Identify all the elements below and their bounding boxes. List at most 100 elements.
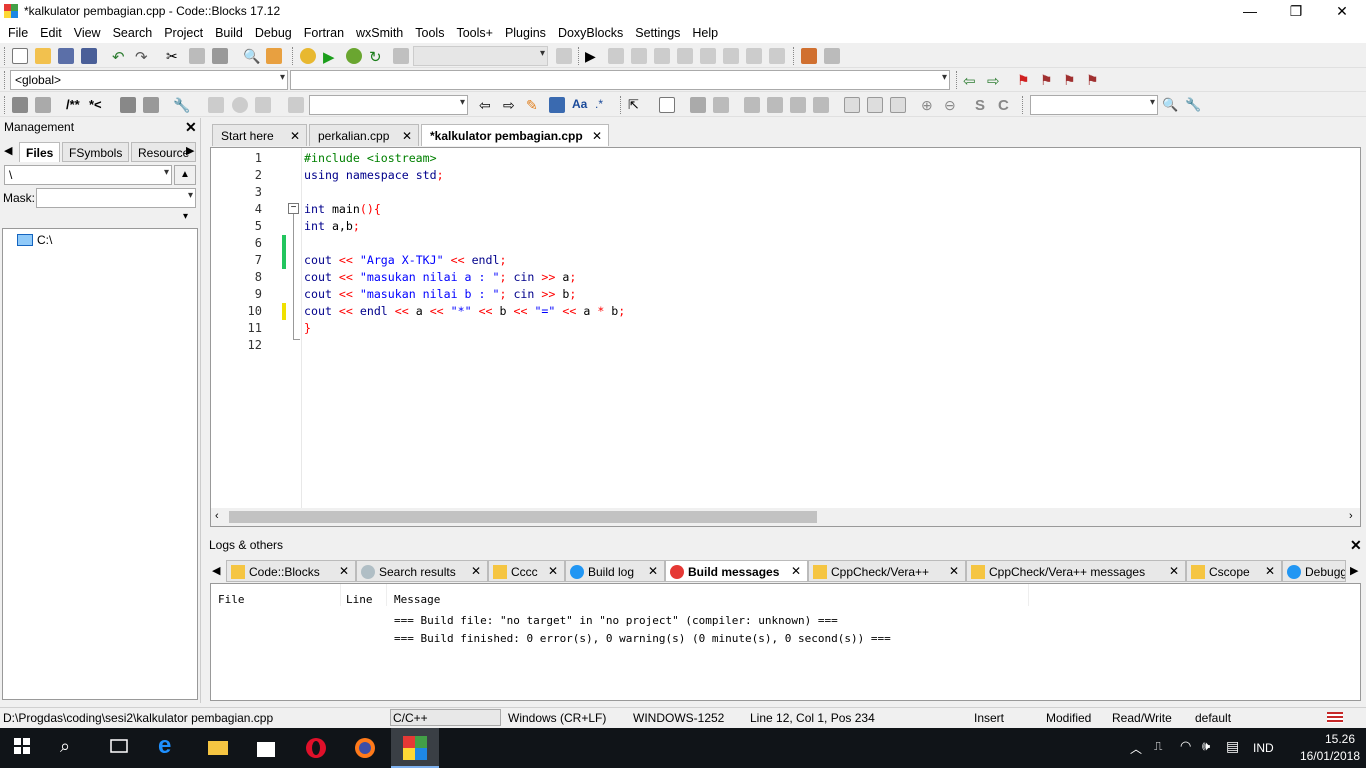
tab-close-icon[interactable]: ✕ bbox=[1265, 564, 1275, 578]
new-file-icon[interactable] bbox=[12, 48, 28, 64]
toolbar-grip[interactable] bbox=[620, 96, 623, 114]
toolbar-grip[interactable] bbox=[956, 71, 959, 89]
col-header-message[interactable]: Message bbox=[394, 593, 440, 606]
box3-icon[interactable] bbox=[890, 97, 906, 113]
show-hidden-icon[interactable]: ︿ bbox=[1130, 740, 1142, 757]
close-button[interactable]: ✕ bbox=[1319, 0, 1365, 22]
clear-icon[interactable] bbox=[288, 97, 304, 113]
next-line-icon[interactable] bbox=[631, 48, 647, 64]
tab-close-icon[interactable]: ✕ bbox=[339, 564, 349, 578]
extract-doc-icon[interactable] bbox=[35, 97, 51, 113]
cut-icon[interactable]: ✂ bbox=[166, 48, 182, 64]
tab-files[interactable]: Files bbox=[19, 142, 61, 162]
menu-tools-plus[interactable]: Tools+ bbox=[450, 26, 498, 40]
volume-icon[interactable]: 🕪 bbox=[1202, 738, 1210, 754]
task-view-icon[interactable] bbox=[108, 736, 132, 760]
paste-icon[interactable] bbox=[212, 48, 228, 64]
bookmark-next-icon[interactable]: ⚑ bbox=[1063, 72, 1079, 88]
tree-root-item[interactable]: C:\ bbox=[37, 233, 52, 247]
tab-perkalian[interactable]: perkalian.cpp ✕ bbox=[309, 124, 419, 146]
windows-start-icon[interactable] bbox=[12, 736, 36, 760]
layout1-icon[interactable] bbox=[744, 97, 760, 113]
jump-forward-icon[interactable]: ⇨ bbox=[987, 72, 1003, 90]
box1-icon[interactable] bbox=[844, 97, 860, 113]
tab-close-icon[interactable]: ✕ bbox=[949, 564, 959, 578]
tab-close-icon[interactable]: ✕ bbox=[1169, 564, 1179, 578]
menu-debug[interactable]: Debug bbox=[249, 26, 298, 40]
widget-icon[interactable] bbox=[659, 97, 675, 113]
menu-plugins[interactable]: Plugins bbox=[499, 26, 552, 40]
image-icon[interactable] bbox=[690, 97, 706, 113]
store-icon[interactable] bbox=[254, 736, 278, 760]
zoom-out-icon[interactable]: ⊖ bbox=[944, 97, 960, 113]
close-icon[interactable]: ✕ bbox=[185, 119, 197, 136]
layout3-icon[interactable] bbox=[790, 97, 806, 113]
tab-scroll-left-icon[interactable]: ◀ bbox=[212, 564, 220, 577]
tab-debugger[interactable]: Debugge bbox=[1282, 560, 1346, 582]
path-combo[interactable]: \ ▾ bbox=[4, 165, 172, 185]
highlight-icon[interactable]: ✎ bbox=[526, 97, 542, 113]
menu-settings[interactable]: Settings bbox=[629, 26, 686, 40]
build-message-row[interactable]: === Build finished: 0 error(s), 0 warnin… bbox=[394, 632, 891, 645]
symbol-combo[interactable]: ▾ bbox=[1030, 95, 1158, 115]
tab-close-icon[interactable]: ✕ bbox=[290, 129, 300, 143]
stop-debug-icon[interactable] bbox=[769, 48, 785, 64]
build-message-row[interactable]: === Build file: "no target" in "no proje… bbox=[394, 614, 838, 627]
codeblocks-taskbar-button[interactable] bbox=[391, 728, 439, 768]
menu-build[interactable]: Build bbox=[209, 26, 249, 40]
next-icon[interactable] bbox=[255, 97, 271, 113]
find-icon[interactable]: 🔍 bbox=[243, 48, 260, 64]
tab-start-here[interactable]: Start here ✕ bbox=[212, 124, 307, 146]
tab-build-messages[interactable]: Build messages ✕ bbox=[665, 560, 808, 582]
step-into-icon[interactable] bbox=[654, 48, 670, 64]
horizontal-scrollbar[interactable]: ‹ › bbox=[211, 508, 1360, 526]
minimize-button[interactable]: — bbox=[1227, 0, 1273, 22]
build-target-combo[interactable]: ▾ bbox=[413, 46, 548, 66]
tab-codeblocks-log[interactable]: Code::Blocks ✕ bbox=[226, 560, 356, 582]
box2-icon[interactable] bbox=[867, 97, 883, 113]
tab-cppcheck-messages[interactable]: CppCheck/Vera++ messages ✕ bbox=[966, 560, 1186, 582]
doxywizard-icon[interactable] bbox=[12, 97, 28, 113]
clock-time[interactable]: 15.26 bbox=[1320, 732, 1360, 746]
tab-cccc[interactable]: Cccc ✕ bbox=[488, 560, 565, 582]
bookmark-prev-icon[interactable]: ⚑ bbox=[1040, 72, 1056, 88]
menu-file[interactable]: File bbox=[2, 26, 34, 40]
tab-search-results[interactable]: Search results ✕ bbox=[356, 560, 488, 582]
line-comment-button[interactable]: *< bbox=[89, 97, 102, 112]
toolbar-grip[interactable] bbox=[1022, 96, 1025, 114]
clock-date[interactable]: 16/01/2018 bbox=[1290, 749, 1360, 763]
debug-windows-icon[interactable] bbox=[801, 48, 817, 64]
tab-close-icon[interactable]: ✕ bbox=[548, 564, 558, 578]
debug-info-icon[interactable] bbox=[824, 48, 840, 64]
toolbar-grip[interactable] bbox=[4, 71, 7, 89]
open-folder-icon[interactable] bbox=[35, 48, 51, 64]
menu-doxyblocks[interactable]: DoxyBlocks bbox=[552, 26, 629, 40]
save-icon[interactable] bbox=[58, 48, 74, 64]
step-out-icon[interactable] bbox=[677, 48, 693, 64]
toolbar-grip[interactable] bbox=[4, 47, 7, 65]
toolbar-grip[interactable] bbox=[793, 47, 796, 65]
match-case-icon[interactable]: Aa bbox=[572, 97, 588, 113]
scroll-left-icon[interactable]: ‹ bbox=[215, 510, 219, 522]
layout4-icon[interactable] bbox=[813, 97, 829, 113]
search-icon[interactable]: ⌕ bbox=[60, 736, 84, 760]
scroll-right-icon[interactable]: › bbox=[1349, 510, 1353, 522]
opera-icon[interactable] bbox=[304, 736, 328, 760]
tab-close-icon[interactable]: ✕ bbox=[592, 129, 602, 143]
abort-icon[interactable] bbox=[393, 48, 409, 64]
build-gear-icon[interactable] bbox=[300, 48, 316, 64]
wrench-icon[interactable]: 🔧 bbox=[173, 97, 190, 113]
jump-back-icon[interactable]: ⇦ bbox=[963, 72, 979, 90]
menu-wxsmith[interactable]: wxSmith bbox=[350, 26, 409, 40]
scrollbar-thumb[interactable] bbox=[229, 511, 817, 523]
step-into-instruction-icon[interactable] bbox=[723, 48, 739, 64]
undo-icon[interactable]: ↶ bbox=[112, 48, 128, 66]
s-icon[interactable]: S bbox=[975, 97, 991, 114]
network-status-icon[interactable]: ⎍ bbox=[1154, 739, 1162, 754]
bookmark-toggle-icon[interactable]: ⚑ bbox=[1017, 72, 1033, 88]
block-comment-button[interactable]: /** bbox=[66, 97, 80, 112]
file-explorer-icon[interactable] bbox=[206, 736, 230, 760]
path-up-button[interactable]: ▲ bbox=[174, 165, 196, 185]
wifi-icon[interactable]: ◠ bbox=[1180, 738, 1191, 754]
next-instruction-icon[interactable] bbox=[700, 48, 716, 64]
